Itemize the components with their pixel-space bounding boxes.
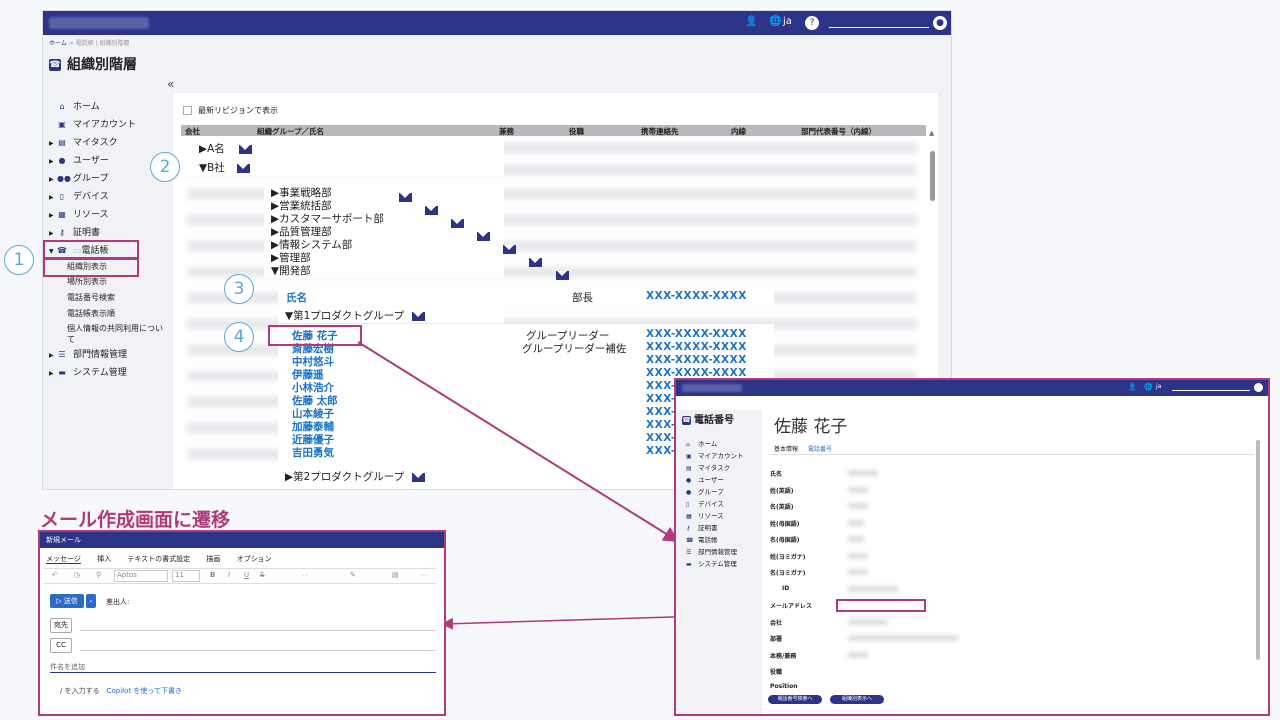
cc-field[interactable] bbox=[80, 650, 436, 651]
from-label: 差出人: bbox=[106, 598, 130, 606]
globe-icon[interactable]: 🌐 bbox=[1144, 383, 1153, 391]
email-address-highlight[interactable] bbox=[836, 599, 926, 612]
detail-top-bar: 👤 🌐 ja bbox=[676, 380, 1268, 396]
send-options-button[interactable]: ⌄ bbox=[86, 594, 96, 608]
tab-phone[interactable]: 電話番号 bbox=[808, 444, 832, 453]
sidebar-item[interactable]: ▣ マイアカウント bbox=[686, 450, 744, 460]
field-label: 部署 bbox=[770, 636, 783, 643]
attach-icon[interactable]: ⚲ bbox=[96, 571, 101, 579]
field-label: 氏名 bbox=[770, 471, 783, 478]
field-label: Position bbox=[770, 683, 798, 690]
field-label: 姓(母国語) bbox=[770, 521, 800, 528]
sidebar-item[interactable]: ☎ 電話帳 bbox=[686, 534, 718, 544]
overflow-icon[interactable]: ⋯ bbox=[420, 571, 427, 579]
send-button[interactable]: ▷ 送信 bbox=[50, 594, 84, 608]
phone-search-button[interactable]: 電話番号検索へ bbox=[768, 695, 822, 704]
field-label: 名(母国語) bbox=[770, 537, 800, 544]
field-label: 名(英語) bbox=[770, 504, 794, 511]
bold-icon[interactable]: B bbox=[210, 571, 215, 579]
clock-icon[interactable]: ◷ bbox=[74, 571, 80, 579]
undo-icon[interactable]: ↶ bbox=[52, 571, 58, 579]
sidebar-item[interactable]: ⚷ 証明書 bbox=[686, 522, 718, 532]
to-field[interactable] bbox=[80, 630, 436, 631]
strike-icon[interactable]: S bbox=[260, 571, 264, 579]
mail-compose-window: 新規メール メッセージ 挿入 テキストの書式設定 描画 オプション ↶ ◷ ⚲ … bbox=[38, 530, 446, 716]
tab-message[interactable]: メッセージ bbox=[46, 555, 81, 564]
tab-basic-info[interactable]: 基本情報 bbox=[774, 444, 798, 453]
mail-caption: メール作成画面に遷移 bbox=[40, 509, 231, 531]
user-admin-icon[interactable]: 👤 bbox=[1128, 383, 1137, 391]
mail-body[interactable]: / を入力する Copilot を使って下書き bbox=[60, 686, 182, 696]
sidebar-item[interactable]: ▯ デバイス bbox=[686, 498, 724, 508]
field-label: 役職 bbox=[770, 669, 783, 676]
sidebar-item[interactable]: ● グループ bbox=[686, 486, 724, 496]
tab-draw[interactable]: 描画 bbox=[206, 555, 220, 563]
mail-toolbar: ↶ ◷ ⚲ Aptos 11 B I U S ⋯ ✎ ▤ ⋯ bbox=[44, 568, 436, 584]
font-name-field[interactable]: Aptos bbox=[114, 570, 168, 582]
detail-page-title: ☎ 電話番号 bbox=[682, 415, 734, 426]
sidebar-item[interactable]: ⌂ ホーム bbox=[686, 438, 717, 448]
sidebar-item[interactable]: ▤ マイタスク bbox=[686, 462, 730, 472]
tab-options[interactable]: オプション bbox=[237, 555, 272, 563]
insert-icon[interactable]: ▤ bbox=[392, 571, 399, 579]
subject-input[interactable]: 件名を追加 bbox=[50, 662, 85, 672]
italic-icon[interactable]: I bbox=[228, 571, 230, 579]
sidebar-item[interactable]: ▬ システム管理 bbox=[686, 558, 737, 568]
field-label: メールアドレス bbox=[770, 603, 813, 610]
mail-title: 新規メール bbox=[40, 532, 444, 548]
to-button[interactable]: 宛先 bbox=[50, 618, 72, 633]
underline-icon[interactable]: U bbox=[244, 571, 249, 579]
pen-icon[interactable]: ✎ bbox=[350, 571, 356, 579]
sidebar-item[interactable]: ▦ リソース bbox=[686, 510, 724, 520]
font-size-field[interactable]: 11 bbox=[172, 570, 200, 582]
field-label: 本務/兼務 bbox=[770, 653, 797, 660]
tab-insert[interactable]: 挿入 bbox=[97, 555, 111, 563]
avatar-icon[interactable] bbox=[1254, 383, 1263, 392]
more-icon[interactable]: ⋯ bbox=[302, 571, 309, 579]
tab-format[interactable]: テキストの書式設定 bbox=[127, 555, 190, 563]
copilot-link[interactable]: Copilot を使って下書き bbox=[107, 687, 182, 695]
detail-scrollbar[interactable] bbox=[1256, 440, 1260, 660]
field-label: ID bbox=[782, 585, 790, 592]
field-label: 名(ヨミガナ) bbox=[770, 570, 806, 577]
mail-tabs: メッセージ 挿入 テキストの書式設定 描画 オプション bbox=[46, 554, 286, 564]
person-detail-window: 👤 🌐 ja ⌂ ホーム ▣ マイアカウント ▤ マイタスク ● ユーザー ● グループ … bbox=[674, 378, 1270, 716]
detail-sidebar: ⌂ ホーム ▣ マイアカウント ▤ マイタスク ● ユーザー ● グループ ▯ デバイス ▦… bbox=[676, 410, 762, 714]
field-label: 会社 bbox=[770, 620, 783, 627]
org-view-button[interactable]: 組織別表示へ bbox=[830, 695, 884, 704]
field-label: 姓(英語) bbox=[770, 488, 794, 495]
sidebar-item[interactable]: ☰ 部門情報管理 bbox=[686, 546, 737, 556]
sidebar-item[interactable]: ● ユーザー bbox=[686, 474, 724, 484]
field-label: 姓(ヨミガナ) bbox=[770, 554, 806, 561]
cc-button[interactable]: CC bbox=[50, 638, 72, 653]
person-name: 佐藤 花子 bbox=[774, 417, 848, 437]
